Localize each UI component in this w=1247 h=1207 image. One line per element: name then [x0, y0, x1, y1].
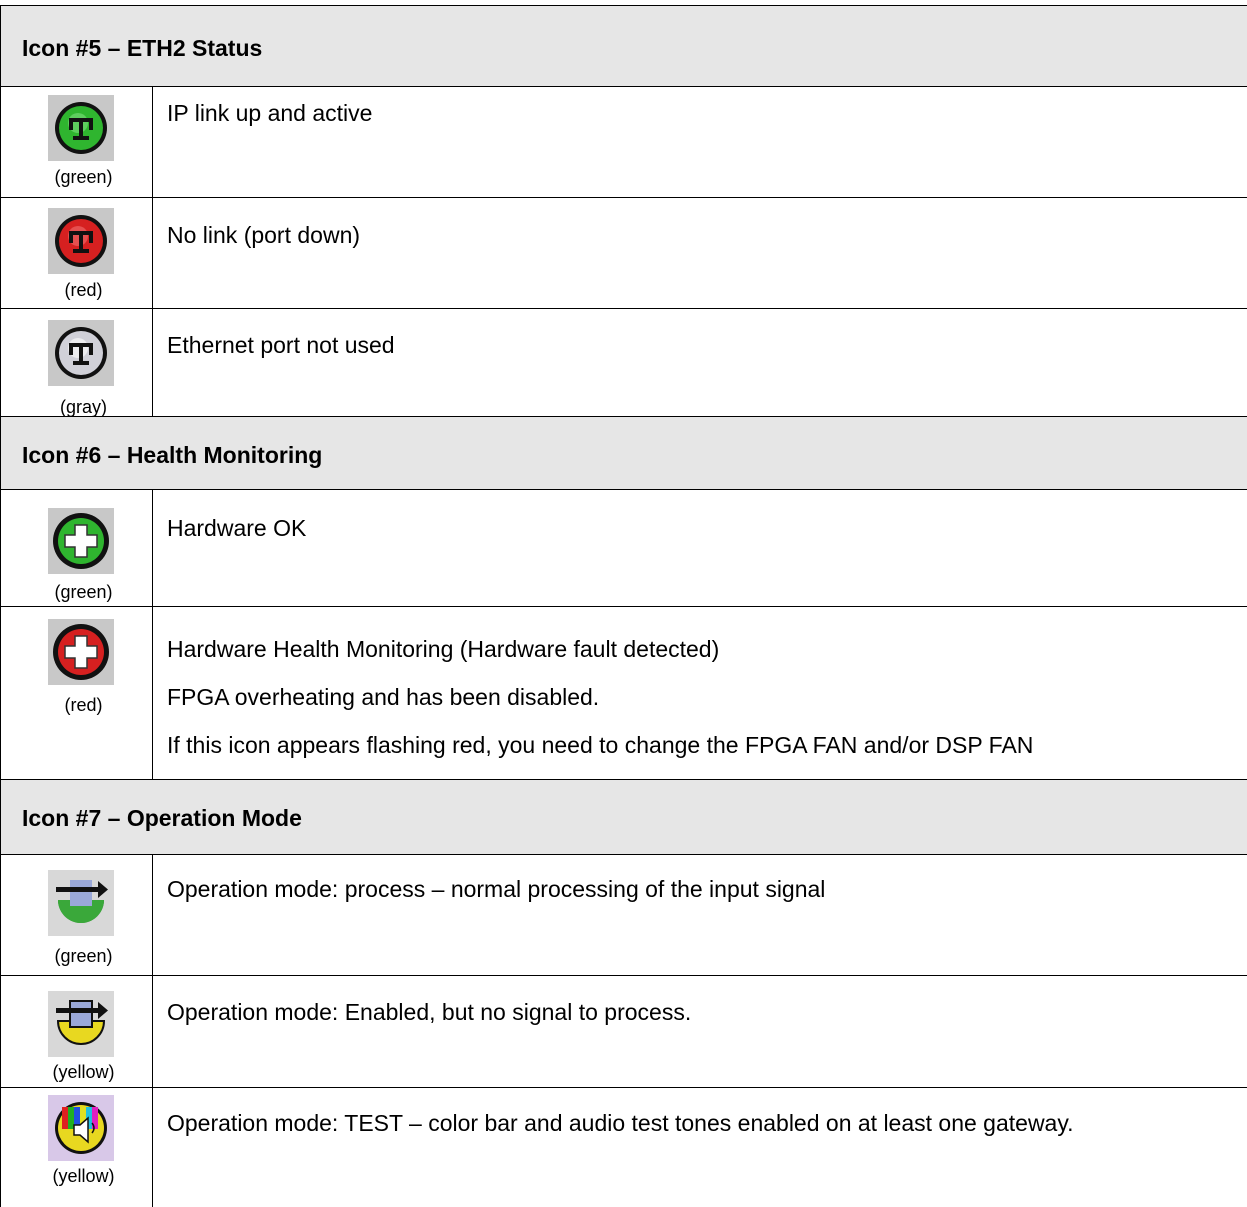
table-row: (yellow) Operation mode: TEST – color ba…: [0, 1088, 1247, 1207]
table-border: [0, 5, 1247, 6]
icon-cell: (yellow): [1, 976, 153, 1087]
icon-cell: (red): [1, 607, 153, 779]
health-cross-icon: [48, 619, 114, 685]
table-border: [0, 489, 1247, 490]
table-border: [0, 416, 1247, 417]
row-description: Hardware Health Monitoring (Hardware fau…: [167, 636, 720, 662]
table-row: (green) IP link up and active: [0, 87, 1247, 197]
section-title: Icon #6 – Health Monitoring: [22, 442, 323, 468]
icon-color-caption: (red): [64, 695, 103, 715]
icon-color-caption: (yellow): [52, 1062, 115, 1082]
icon-cell: (green): [1, 855, 153, 975]
row-description: If this icon appears flashing red, you n…: [167, 732, 1034, 758]
network-status-icon: [48, 208, 114, 274]
row-description: Hardware OK: [167, 515, 307, 541]
table-border: [0, 1087, 1247, 1088]
table-border: [0, 975, 1247, 976]
icon-color-caption: (green): [54, 167, 113, 187]
row-description: IP link up and active: [167, 100, 373, 126]
operation-mode-icon: [48, 991, 114, 1057]
table-border: [0, 5, 1, 1207]
icon-color-caption: (green): [54, 582, 113, 602]
test-mode-icon: [48, 1095, 114, 1161]
table-row: (red) Hardware Health Monitoring (Hardwa…: [0, 607, 1247, 779]
table-border: [0, 197, 1247, 198]
icon-color-caption: (yellow): [52, 1166, 115, 1186]
network-status-icon: [48, 95, 114, 161]
table-border: [152, 489, 153, 780]
section-title: Icon #7 – Operation Mode: [22, 805, 302, 831]
row-description: No link (port down): [167, 222, 361, 248]
table-border: [152, 86, 153, 417]
health-cross-icon: [48, 508, 114, 574]
table-row: (gray) Ethernet port not used: [0, 309, 1247, 417]
table-row: (green) Operation mode: process – normal…: [0, 855, 1247, 975]
row-description: FPGA overheating and has been disabled.: [167, 684, 600, 710]
section-title: Icon #5 – ETH2 Status: [22, 35, 263, 61]
table-row: (green) Hardware OK: [0, 490, 1247, 606]
table-row: (yellow) Operation mode: Enabled, but no…: [0, 976, 1247, 1087]
icon-status-table: Icon #5 – ETH2 Status (green) IP link up…: [0, 0, 1247, 1207]
row-description: Operation mode: process – normal process…: [167, 876, 826, 902]
network-status-icon: [48, 320, 114, 386]
icon-cell: (green): [1, 490, 153, 606]
icon-color-caption: (green): [54, 946, 113, 966]
row-description: Operation mode: Enabled, but no signal t…: [167, 999, 692, 1025]
table-border: [0, 86, 1247, 87]
icon-cell: (gray): [1, 309, 153, 417]
table-border: [0, 308, 1247, 309]
icon-color-caption: (gray): [59, 397, 107, 417]
table-border: [0, 606, 1247, 607]
icon-cell: (yellow): [1, 1088, 153, 1207]
section-header-health-monitoring: Icon #6 – Health Monitoring: [1, 417, 1247, 489]
icon-color-caption: (red): [64, 280, 103, 300]
table-row: (red) No link (port down): [0, 198, 1247, 308]
table-border: [0, 779, 1247, 780]
table-border: [152, 854, 153, 1207]
table-border: [0, 854, 1247, 855]
operation-mode-icon: [48, 870, 114, 936]
row-description: Ethernet port not used: [167, 332, 395, 358]
icon-cell: (green): [1, 87, 153, 197]
row-description: Operation mode: TEST – color bar and aud…: [167, 1110, 1074, 1136]
section-header-operation-mode: Icon #7 – Operation Mode: [1, 780, 1247, 854]
section-header-eth2-status: Icon #5 – ETH2 Status: [1, 6, 1247, 86]
icon-cell: (red): [1, 198, 153, 308]
